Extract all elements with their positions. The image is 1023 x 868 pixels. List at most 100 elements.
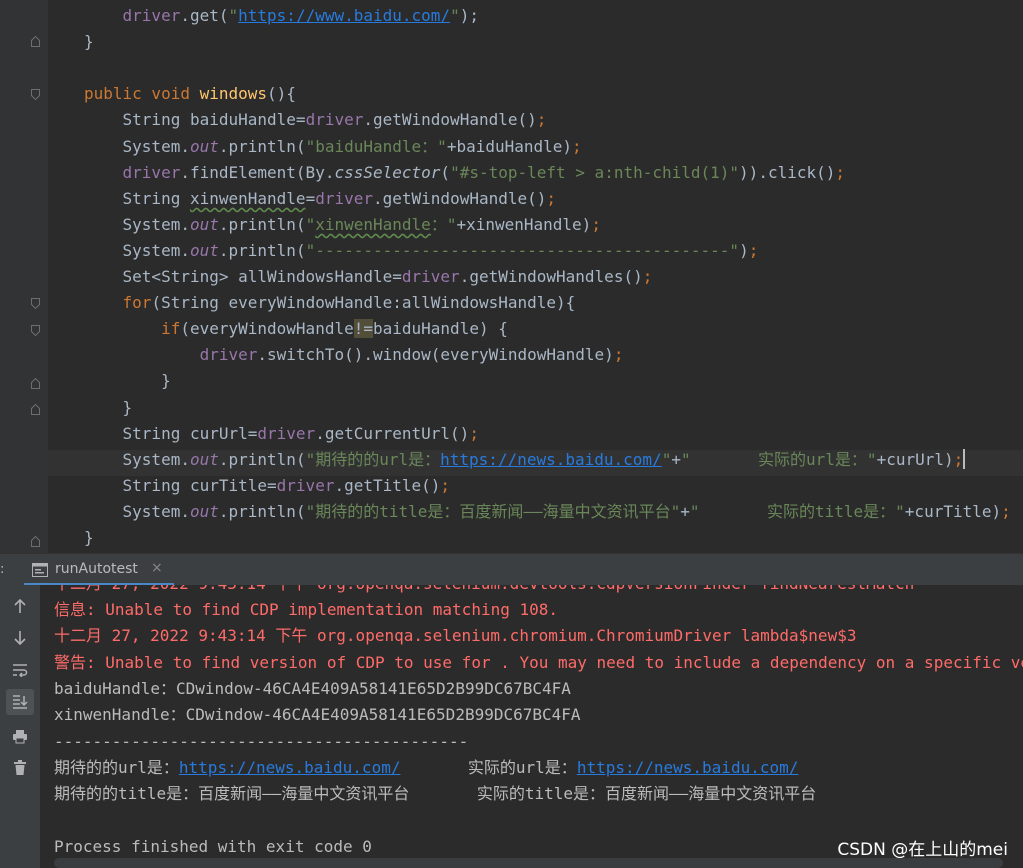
code-token: .println(	[218, 449, 306, 469]
console-line: baiduHandle：CDwindow-46CA4E409A58141E65D…	[54, 676, 571, 702]
code-token: out	[189, 449, 219, 469]
code-token: .getTitle()	[334, 475, 441, 495]
code-token: System.	[84, 501, 190, 521]
console-text: 十二月 27, 2022 9:43:14 下午 org.openqa.selen…	[54, 626, 857, 646]
code-token: System.	[84, 136, 190, 156]
fold-start-icon[interactable]	[31, 89, 40, 100]
code-line: String curTitle=driver.getTitle();	[84, 473, 451, 499]
code-token: xinwenHandle	[189, 188, 306, 208]
console-line: 警告: Unable to find version of CDP to use…	[54, 650, 1023, 676]
code-token: "期待的的title是：百度新闻——海量中文资讯平台"	[305, 501, 681, 521]
print-icon[interactable]	[6, 723, 34, 749]
code-token: "	[228, 6, 239, 25]
code-token: +	[671, 449, 681, 469]
code-token: }	[84, 528, 94, 547]
console-line: 期待的的title是：百度新闻——海量中文资讯平台 实际的title是：百度新闻…	[54, 781, 816, 807]
code-token: System.	[84, 449, 190, 469]
soft-wrap-icon[interactable]	[6, 657, 34, 683]
watermark: CSDN @在上山的mei	[837, 840, 1008, 860]
tab-label: runAutotest	[55, 561, 138, 577]
code-token: (everyWindowHandle	[180, 319, 354, 339]
console-text: Process finished with exit code 0	[54, 836, 372, 856]
run-label: :	[0, 562, 5, 577]
console-output[interactable]: 十二月 27, 2022 9:43:14 下午 org.openqa.selen…	[40, 585, 1023, 868]
code-token: .findElement(By.	[180, 162, 335, 182]
console-text: 期待的的url是：	[54, 757, 179, 777]
console-line: ----------------------------------------…	[54, 729, 468, 755]
code-token: String baiduHandle=	[84, 110, 306, 130]
code-token: ;	[572, 136, 582, 156]
code-token: ;	[613, 345, 624, 365]
fold-end-icon[interactable]	[31, 536, 40, 547]
console-link[interactable]: https://news.baidu.com/	[577, 758, 799, 777]
up-arrow-icon[interactable]	[6, 593, 34, 619]
code-token: "baiduHandle："	[305, 136, 447, 156]
code-token: driver	[257, 423, 316, 443]
code-line: String baiduHandle=driver.getWindowHandl…	[84, 107, 547, 133]
code-editor[interactable]: driver.get("https://www.baidu.com/");} pu…	[0, 0, 1023, 553]
fold-end-icon[interactable]	[31, 36, 40, 47]
fold-start-icon[interactable]	[31, 325, 40, 336]
code-token: ;	[953, 449, 964, 469]
tab-run-autotest[interactable]: runAutotest ×	[24, 554, 174, 586]
code-token: out	[189, 501, 219, 521]
code-token: for	[122, 293, 152, 313]
code-token: "	[661, 449, 672, 469]
console-text: baiduHandle：CDwindow-46CA4E409A58141E65D…	[54, 678, 571, 698]
console-text: 信息: Unable to find CDP implementation ma…	[54, 600, 559, 619]
code-token: .getWindowHandle()	[373, 188, 547, 208]
code-token: driver	[401, 267, 460, 286]
console-line: 十二月 27, 2022 9:43:14 下午 org.openqa.selen…	[54, 623, 856, 649]
fold-start-icon[interactable]	[31, 298, 40, 309]
console-text: 十二月 27, 2022 9:43:14 下午 org.openqa.selen…	[54, 585, 914, 593]
code-token: +	[680, 501, 690, 521]
code-token: cssSelector	[334, 162, 441, 182]
code-line: }	[84, 368, 171, 394]
code-token: .println(	[218, 136, 306, 156]
code-token: +xinwenHandle)	[456, 214, 592, 234]
code-line: }	[84, 525, 94, 551]
code-token: driver	[122, 6, 181, 25]
code-token: !=	[353, 319, 373, 339]
code-token: .getWindowHandles()	[459, 267, 643, 286]
code-line: if(everyWindowHandle!=baiduHandle) {	[84, 316, 508, 342]
code-token: public void	[84, 84, 200, 104]
code-token: out	[189, 136, 219, 156]
console-text: 实际的url是：	[400, 757, 577, 777]
code-line: String curUrl=driver.getCurrentUrl();	[84, 421, 479, 447]
code-token: ;	[536, 110, 547, 130]
code-token: System.	[84, 240, 190, 260]
fold-end-icon[interactable]	[31, 404, 40, 415]
code-token: System.	[84, 214, 190, 234]
code-token: (String everyWindowHandle:allWindowsHand…	[151, 293, 576, 313]
code-line: }	[84, 395, 133, 421]
code-line: System.out.println("--------------------…	[84, 238, 759, 264]
code-token: out	[189, 240, 219, 260]
code-line: driver.findElement(By.cssSelector("#s-to…	[84, 160, 845, 186]
code-token: Set<String> allWindowsHandle=	[84, 267, 402, 286]
code-token: ;	[546, 188, 557, 208]
console-link[interactable]: https://news.baidu.com/	[179, 758, 401, 777]
code-token: .get(	[180, 6, 229, 25]
code-token: driver	[305, 110, 364, 130]
code-token: ："	[430, 214, 457, 234]
code-token: driver	[199, 345, 258, 365]
code-token: ;	[748, 240, 759, 260]
trash-icon[interactable]	[6, 755, 34, 781]
code-token: "#s-top-left > a:nth-child(1)"	[450, 162, 740, 182]
code-token: String curTitle=	[84, 475, 277, 495]
code-token: ;	[440, 475, 451, 495]
console-line: 期待的的url是：https://news.baidu.com/ 实际的url是…	[54, 755, 798, 781]
code-token: driver	[122, 162, 181, 182]
console-toolbar	[0, 585, 40, 868]
down-arrow-icon[interactable]	[6, 625, 34, 651]
fold-end-icon[interactable]	[31, 378, 40, 389]
code-token: (){	[267, 84, 296, 104]
code-token: driver	[276, 475, 335, 495]
scroll-to-end-icon[interactable]	[6, 689, 34, 715]
close-icon[interactable]: ×	[151, 560, 163, 576]
